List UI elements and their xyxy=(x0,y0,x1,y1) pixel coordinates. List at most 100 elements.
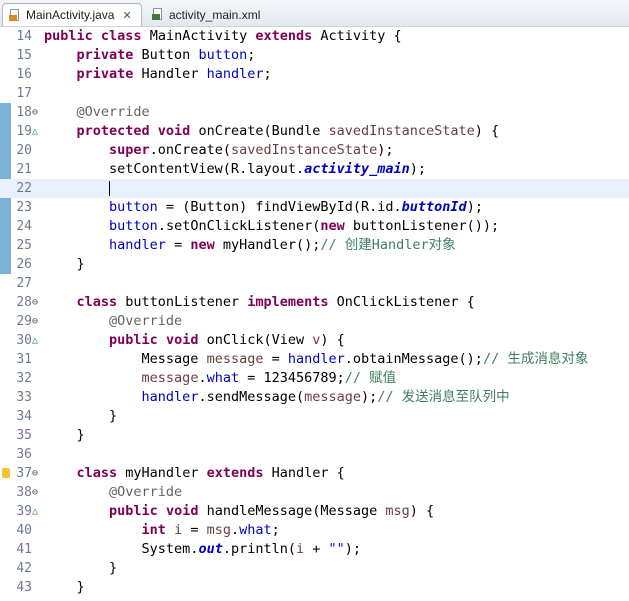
close-icon[interactable]: ✕ xyxy=(122,9,131,22)
fold-collapse-icon[interactable]: ⊖ xyxy=(32,312,40,331)
fold-collapse-icon[interactable]: ⊖ xyxy=(32,103,40,122)
code-line[interactable]: 37 ⊖ class myHandler extends Handler { xyxy=(0,464,629,483)
code-line[interactable]: 18 ⊖ @Override xyxy=(0,103,629,122)
code-line[interactable]: 16 private Handler handler; xyxy=(0,65,629,84)
code-token: ; xyxy=(263,66,272,82)
code-line[interactable]: 30 △ public void onClick(View v) { xyxy=(0,331,629,350)
code-token: extends xyxy=(206,465,272,481)
code-text: } xyxy=(44,578,85,597)
code-token: private xyxy=(76,66,142,82)
code-token: @Override xyxy=(109,313,183,329)
code-token: Button xyxy=(141,47,199,63)
code-line[interactable]: 19 △ protected void onCreate(Bundle saved… xyxy=(0,122,629,141)
code-text: button = (Button) findViewById(R.id.butt… xyxy=(44,198,483,217)
code-line[interactable]: 38 ⊖ @Override xyxy=(0,483,629,502)
code-token: setContentView(R.layout. xyxy=(44,161,305,177)
code-token: int xyxy=(141,522,175,538)
code-line[interactable]: 26 } xyxy=(0,255,629,274)
code-line[interactable]: 43 } xyxy=(0,578,629,597)
code-token: extends xyxy=(255,28,321,44)
code-line[interactable]: 39 △ public void handleMessage(Message ms… xyxy=(0,502,629,521)
line-number: 21 xyxy=(16,162,32,177)
code-token: myHandler xyxy=(125,465,207,481)
code-token: @Override xyxy=(76,104,150,120)
line-number: 38 xyxy=(16,485,32,500)
code-token: Handler xyxy=(141,66,207,82)
line-number: 31 xyxy=(16,352,32,367)
code-token: buttonId xyxy=(401,199,467,215)
code-text: } xyxy=(44,407,117,426)
code-line[interactable]: 14 public class MainActivity extends Acti… xyxy=(0,27,629,46)
code-line[interactable]: 36 xyxy=(0,445,629,464)
line-number: 26 xyxy=(16,257,32,272)
line-number: 41 xyxy=(16,542,32,557)
code-token: } xyxy=(44,579,85,595)
code-editor[interactable]: 14 public class MainActivity extends Acti… xyxy=(0,27,629,601)
code-line[interactable]: 17 xyxy=(0,84,629,103)
code-line[interactable]: 42 } xyxy=(0,559,629,578)
line-number: 30 xyxy=(16,333,32,348)
code-line[interactable]: 28 ⊖ class buttonListener implements OnCl… xyxy=(0,293,629,312)
code-token: = xyxy=(165,237,191,253)
code-token: new xyxy=(320,218,353,234)
warning-icon[interactable] xyxy=(2,468,10,478)
fold-collapse-icon[interactable]: ⊖ xyxy=(32,464,40,483)
code-line[interactable]: 40 int i = msg.what; xyxy=(0,521,629,540)
code-token: button xyxy=(198,47,248,63)
line-number: 20 xyxy=(16,143,32,158)
code-token: handler xyxy=(206,66,264,82)
code-line[interactable]: 22 xyxy=(0,179,629,198)
code-token: handler xyxy=(287,351,345,367)
code-line[interactable]: 29 ⊖ @Override xyxy=(0,312,629,331)
code-text: @Override xyxy=(44,103,150,122)
code-line[interactable]: 41 System.out.println(i + ""); xyxy=(0,540,629,559)
code-line[interactable]: 23 button = (Button) findViewById(R.id.b… xyxy=(0,198,629,217)
code-token: Message xyxy=(44,351,207,367)
code-line[interactable]: 24 button.setOnClickListener(new buttonL… xyxy=(0,217,629,236)
code-text: class myHandler extends Handler { xyxy=(44,464,345,483)
line-number: 28 xyxy=(16,295,32,310)
code-token: ); xyxy=(409,161,427,177)
code-token: savedInstanceState xyxy=(230,142,378,158)
code-line[interactable]: 15 private Button button; xyxy=(0,46,629,65)
code-line[interactable]: 25 handler = new myHandler();// 创建Handle… xyxy=(0,236,629,255)
code-token: class xyxy=(76,465,126,481)
code-line[interactable]: 33 handler.sendMessage(message);// 发送消息至… xyxy=(0,388,629,407)
code-line[interactable]: 20 super.onCreate(savedInstanceState); xyxy=(0,141,629,160)
tab-mainactivity-java[interactable]: MainActivity.java ✕ xyxy=(2,3,142,26)
code-line[interactable]: 34 } xyxy=(0,407,629,426)
code-token: .sendMessage( xyxy=(198,389,305,405)
code-line[interactable]: 21 setContentView(R.layout.activity_main… xyxy=(0,160,629,179)
code-token: = 123456789; xyxy=(239,370,345,386)
code-token: } xyxy=(44,256,85,272)
tab-label: MainActivity.java xyxy=(26,8,115,22)
fold-collapse-icon[interactable]: ⊖ xyxy=(32,293,40,312)
line-number: 40 xyxy=(16,523,32,538)
code-text: @Override xyxy=(44,483,182,502)
code-token: savedInstanceState xyxy=(328,123,475,139)
fold-collapse-icon[interactable]: ⊖ xyxy=(32,483,40,502)
line-number: 42 xyxy=(16,561,32,576)
code-token: what xyxy=(206,370,240,386)
code-line[interactable]: 31 Message message = handler.obtainMessa… xyxy=(0,350,629,369)
code-line[interactable]: 32 message.what = 123456789;// 赋值 xyxy=(0,369,629,388)
code-line[interactable]: 35 } xyxy=(0,426,629,445)
code-text: protected void onCreate(Bundle savedInst… xyxy=(44,122,500,141)
code-token: buttonListener xyxy=(125,294,248,310)
code-line[interactable]: 27 xyxy=(0,274,629,293)
code-token: i xyxy=(295,541,305,557)
code-text: handler.sendMessage(message);// 发送消息至队列中 xyxy=(44,388,510,407)
line-number: 18 xyxy=(16,105,32,120)
code-token: myHandler(); xyxy=(222,237,321,253)
text-cursor xyxy=(109,180,111,196)
code-token: buttonListener()); xyxy=(352,218,500,234)
tab-activity-main-xml[interactable]: activity_main.xml xyxy=(146,3,276,26)
code-token: handleMessage(Message xyxy=(206,503,386,519)
code-token: = xyxy=(263,351,288,367)
code-token: } xyxy=(44,427,85,443)
